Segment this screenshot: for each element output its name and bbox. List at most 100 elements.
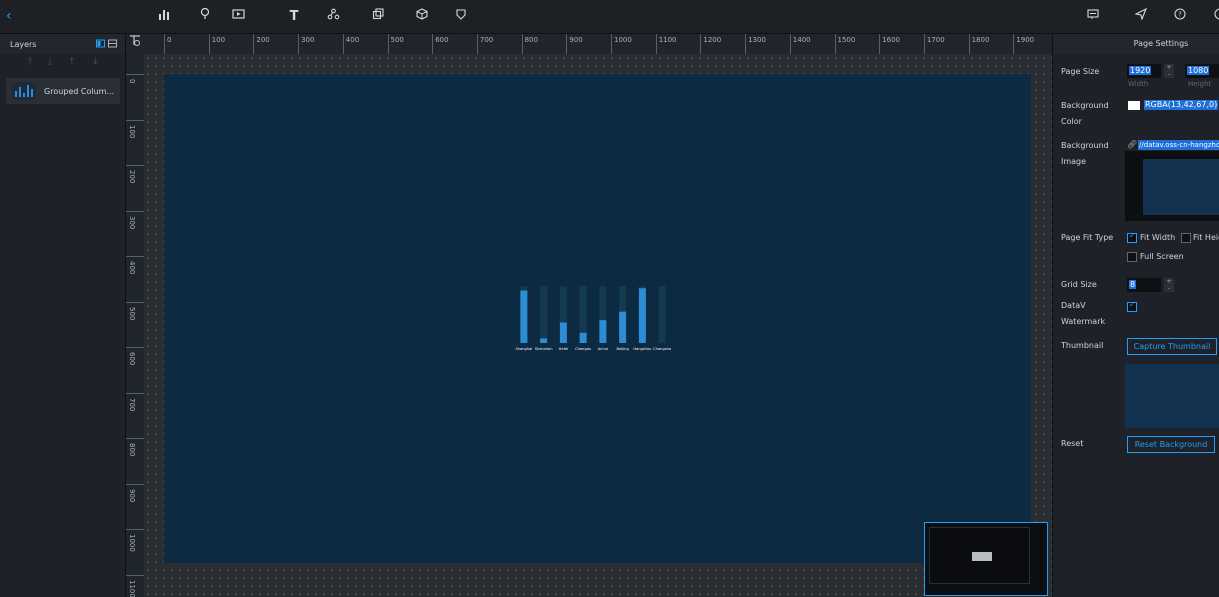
bar [559,322,567,343]
fit-type-label: Page Fit Type [1061,233,1114,242]
ruler-h-tick: 1500 [834,34,855,54]
ruler-h-tick: 1700 [923,34,945,54]
height-input[interactable]: 1080 [1185,64,1219,78]
height-sub-label: Height [1188,80,1212,88]
grid-size-stepper[interactable]: + - [1164,278,1174,292]
watermark-label: DataV Watermark [1061,301,1106,326]
link-icon: 🔗︎ [1127,140,1138,149]
width-stepper[interactable]: + - [1164,64,1174,78]
x-tick-label: Shenzhen [535,347,553,351]
thumbnail-label: Thumbnail [1061,341,1104,350]
move-down-icon[interactable]: ↓ [92,57,100,67]
fit-width-label: Fit Width [1140,233,1176,242]
chart-svg: Shanghai Shenzhen Hefei Chengdu Anhui Beijing… [515,286,671,351]
color-swatch[interactable] [1128,101,1140,110]
ruler-v-tick: 100 [126,119,144,165]
grid-size-input[interactable]: 8 [1127,278,1161,292]
move-bottom-icon[interactable]: ⤓ [48,57,52,67]
box-icon[interactable] [412,7,432,27]
bg-color-value[interactable]: RGBA(13,42,67,0) [1144,100,1219,110]
width-input[interactable]: 1920 [1127,64,1161,78]
list-view-icon[interactable] [108,39,117,48]
ruler-v-tick: 1100 [126,574,144,597]
bg-image-url[interactable]: //datav.oss-cn-hangzho [1138,140,1219,150]
bar-chart-icon [12,82,36,100]
ruler-h-tick: 100 [208,34,225,54]
minimap[interactable] [924,522,1048,596]
x-tick-label: Chengdu [575,347,591,351]
bar-chart-icon[interactable] [154,7,174,27]
bar [638,288,646,343]
width-value: 1920 [1129,66,1152,75]
watermark-checkbox[interactable] [1127,300,1137,312]
ruler-toggle-icon[interactable] [126,34,144,54]
svg-text:?: ? [1178,11,1182,19]
chevron-left-icon[interactable]: ‹ [6,8,20,24]
layer-label: Grouped Colum... [44,86,115,96]
publish-icon[interactable] [1131,7,1151,27]
ruler-h-tick: 1300 [745,34,766,54]
ruler-h-tick: 500 [387,34,404,54]
x-tick-label: Beijing [617,347,629,351]
ruler-h-tick: 900 [566,34,583,54]
bg-image-preview[interactable] [1125,151,1219,221]
layer-view-toggle [96,39,117,48]
ruler-h-tick: 800 [521,34,538,54]
height-value: 1080 [1187,66,1210,75]
help-icon[interactable]: ? [1170,7,1190,27]
grouped-column-chart[interactable]: Shanghai Shenzhen Hefei Chengdu Anhui Beijing… [514,282,672,357]
bar [540,338,548,343]
ruler-h-tick: 1000 [611,34,632,54]
full-screen-label: Full Screen [1140,252,1184,261]
bar [599,320,607,343]
thumbnail-view-icon[interactable] [96,39,105,48]
page-size-label: Page Size [1061,67,1100,76]
ruler-h-tick: 0 [164,34,171,54]
ruler-h-tick: 200 [253,34,270,54]
fit-width-checkbox[interactable] [1127,231,1137,243]
reset-background-button[interactable]: Reset Background [1127,436,1215,453]
move-up-icon[interactable]: ↑ [68,57,76,67]
layers-panel: Layers ⤒ ⤓ ↑ ↓ Grouped Colum... [0,34,126,597]
ruler-v-tick: 600 [126,347,144,392]
ruler-h-tick: 400 [342,34,359,54]
bg-image-label: Background Image [1061,141,1109,166]
ruler-h-tick: 1400 [789,34,811,54]
x-tick-label: Shanghai [515,347,532,351]
favorite-icon[interactable] [451,7,471,27]
comment-icon[interactable] [1083,7,1103,27]
bar [520,290,528,343]
layers-header: Layers [0,34,125,54]
bg-color-label: Background Color [1061,101,1109,126]
map-pin-icon[interactable] [195,7,215,27]
fit-height-checkbox[interactable] [1181,233,1191,243]
x-tick-label: Hefei [559,347,568,351]
ruler-h-tick: 1900 [1013,34,1034,54]
layer-item-grouped-column[interactable]: Grouped Colum... [6,78,120,104]
grid-size-value: 8 [1129,280,1137,289]
x-tick-label: Hangzhou [633,347,651,351]
full-screen-checkbox[interactable] [1127,252,1137,262]
ruler-v-tick: 700 [126,392,144,438]
width-sub-label: Width [1128,80,1149,88]
text-icon[interactable]: T [284,7,304,27]
settings-partial-icon[interactable] [1209,7,1219,27]
minimap-viewport[interactable] [972,552,992,561]
layers-title: Layers [10,39,37,49]
component-icon[interactable] [368,7,388,27]
relation-icon[interactable] [323,7,343,27]
bar [619,311,627,343]
move-top-icon[interactable]: ⤒ [28,57,32,67]
capture-thumbnail-button[interactable]: Capture Thumbnail [1127,338,1217,355]
vertical-ruler: 0 100 200 300 400 500 600 700 800 900 1000 1100 [126,54,144,597]
ruler-v-tick: 900 [126,483,144,529]
horizontal-ruler: 0 100 200 300 400 500 600 700 800 900 1000 1100 1200… [144,34,1052,54]
layer-actions: ⤒ ⤓ ↑ ↓ [0,54,125,70]
x-tick-label: Changsha [653,347,671,351]
grid-size-label: Grid Size [1061,280,1097,289]
ruler-h-tick: 1200 [700,34,721,54]
media-icon[interactable] [228,7,248,27]
ruler-h-tick: 1800 [968,34,989,54]
reset-label: Reset [1061,439,1084,448]
top-toolbar: ‹ T ? [0,0,1219,34]
